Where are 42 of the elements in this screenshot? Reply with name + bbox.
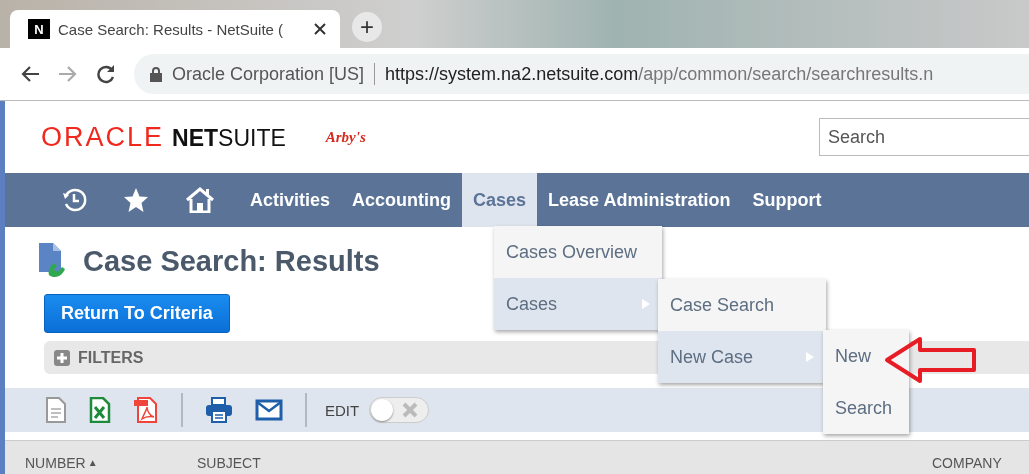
browser-tab[interactable]: N Case Search: Results - NetSuite (: [10, 10, 340, 48]
page-title: Case Search: Results: [83, 244, 380, 278]
column-header[interactable]: NUMBER: [25, 455, 86, 471]
spreadsheet-icon[interactable]: [89, 397, 111, 423]
back-icon[interactable]: [20, 65, 40, 83]
menu-item[interactable]: Search: [823, 382, 909, 434]
edit-label: EDIT: [325, 401, 360, 419]
nav-menu-item[interactable]: Accounting: [341, 173, 463, 227]
nav-menu-item[interactable]: Cases: [462, 173, 538, 227]
document-icon[interactable]: [45, 397, 67, 423]
star-icon[interactable]: [123, 187, 149, 213]
url-text: https://system.na2.netsuite.com/app/common/search/searchresults.n: [385, 63, 934, 85]
company-logo: Arby's: [325, 128, 366, 146]
home-icon[interactable]: [185, 187, 215, 213]
menu-item[interactable]: Cases Overview: [494, 226, 662, 278]
new-tab-button[interactable]: +: [352, 12, 382, 42]
column-header[interactable]: SUBJECT: [197, 455, 261, 471]
sort-indicator: ▲: [87, 456, 98, 470]
email-icon[interactable]: [255, 399, 283, 421]
close-icon[interactable]: [314, 23, 326, 35]
favicon: N: [28, 19, 50, 39]
tab-title: Case Search: Results - NetSuite (: [58, 20, 285, 38]
lock-icon: [150, 66, 162, 82]
security-label: Oracle Corporation [US]: [172, 63, 365, 85]
nav-menu-item[interactable]: Support: [741, 173, 833, 227]
expand-icon[interactable]: [54, 349, 70, 366]
nav-menu-item[interactable]: Lease Administration: [537, 173, 742, 227]
return-to-criteria-button[interactable]: Return To Criteria: [44, 294, 230, 333]
edit-toggle[interactable]: [369, 397, 430, 423]
recent-icon[interactable]: [61, 187, 87, 213]
menu-item[interactable]: Cases: [494, 278, 662, 330]
pdf-icon[interactable]: [133, 397, 159, 423]
x-icon: [402, 402, 419, 418]
nav-menu-item[interactable]: Activities: [239, 173, 342, 227]
filters-label: FILTERS: [78, 348, 144, 367]
reload-icon[interactable]: [96, 64, 116, 84]
address-bar[interactable]: Oracle Corporation [US] https://system.na2.netsuite.com/app/common/search/searchresults.n: [134, 54, 1029, 94]
netsuite-logo[interactable]: ORACLE NETSUITE: [41, 121, 286, 153]
column-header[interactable]: COMPANY: [932, 455, 1002, 471]
menu-item[interactable]: New Case: [658, 331, 826, 383]
print-icon[interactable]: [205, 397, 233, 423]
search-field[interactable]: Search: [819, 118, 1029, 156]
